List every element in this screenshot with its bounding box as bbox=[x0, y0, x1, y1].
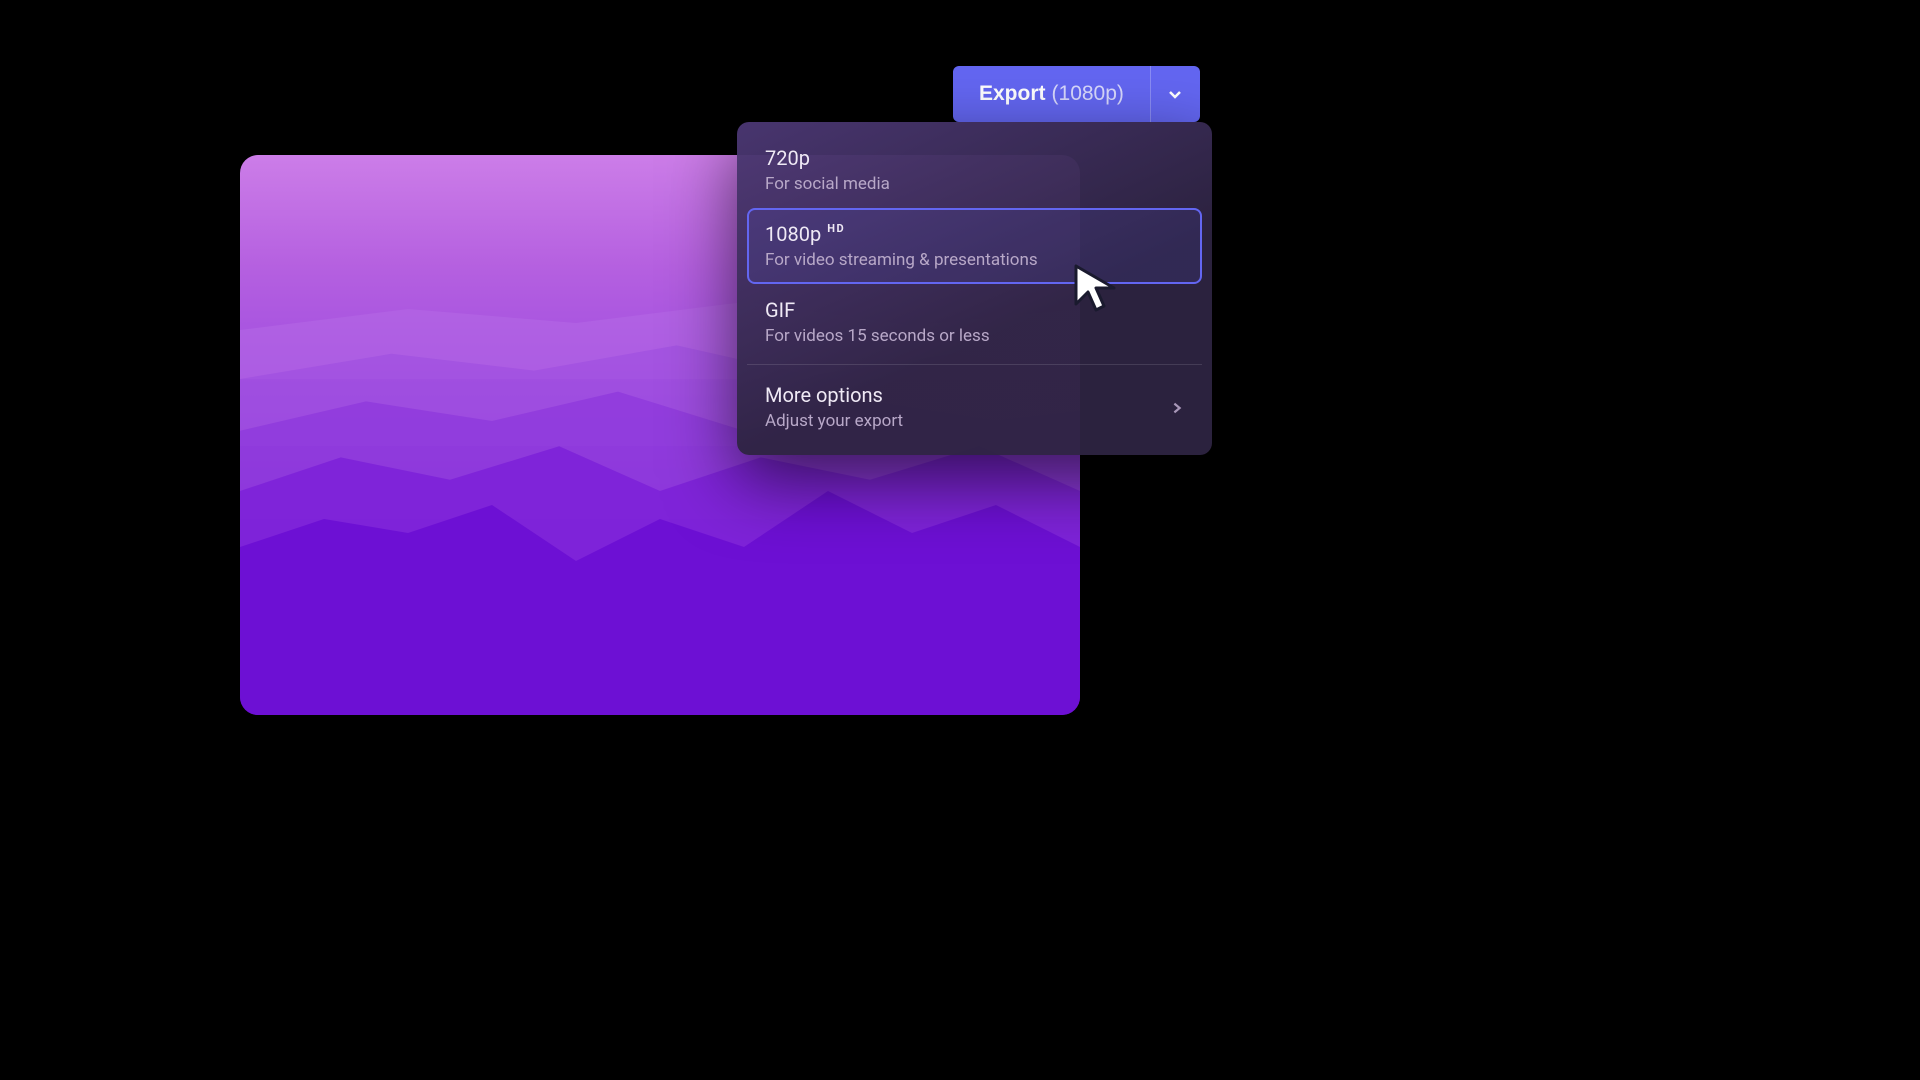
menu-item-720p[interactable]: 720p For social media bbox=[747, 132, 1202, 208]
menu-item-desc: For videos 15 seconds or less bbox=[765, 326, 1184, 346]
menu-item-title: 720p bbox=[765, 146, 1184, 170]
export-dropdown-toggle[interactable] bbox=[1150, 66, 1200, 122]
menu-item-title: GIF bbox=[765, 298, 1184, 322]
chevron-right-icon bbox=[1170, 400, 1184, 414]
menu-item-desc: For social media bbox=[765, 174, 1184, 194]
menu-divider bbox=[747, 364, 1202, 365]
menu-item-desc: Adjust your export bbox=[765, 411, 903, 431]
export-button-group: Export (1080p) bbox=[953, 66, 1200, 122]
chevron-down-icon bbox=[1167, 86, 1183, 102]
export-resolution-menu: 720p For social media 1080p HD For video… bbox=[737, 122, 1212, 455]
menu-item-title: 1080p HD bbox=[765, 222, 1184, 246]
menu-item-gif[interactable]: GIF For videos 15 seconds or less bbox=[747, 284, 1202, 360]
menu-item-desc: For video streaming & presentations bbox=[765, 250, 1184, 270]
export-button-resolution: (1080p) bbox=[1052, 82, 1124, 106]
export-button-label: Export bbox=[979, 82, 1046, 106]
menu-item-title: More options bbox=[765, 383, 903, 407]
menu-item-more-options[interactable]: More options Adjust your export bbox=[747, 369, 1202, 445]
export-button[interactable]: Export (1080p) bbox=[953, 66, 1150, 122]
hd-badge: HD bbox=[827, 222, 845, 235]
menu-item-1080p[interactable]: 1080p HD For video streaming & presentat… bbox=[747, 208, 1202, 284]
